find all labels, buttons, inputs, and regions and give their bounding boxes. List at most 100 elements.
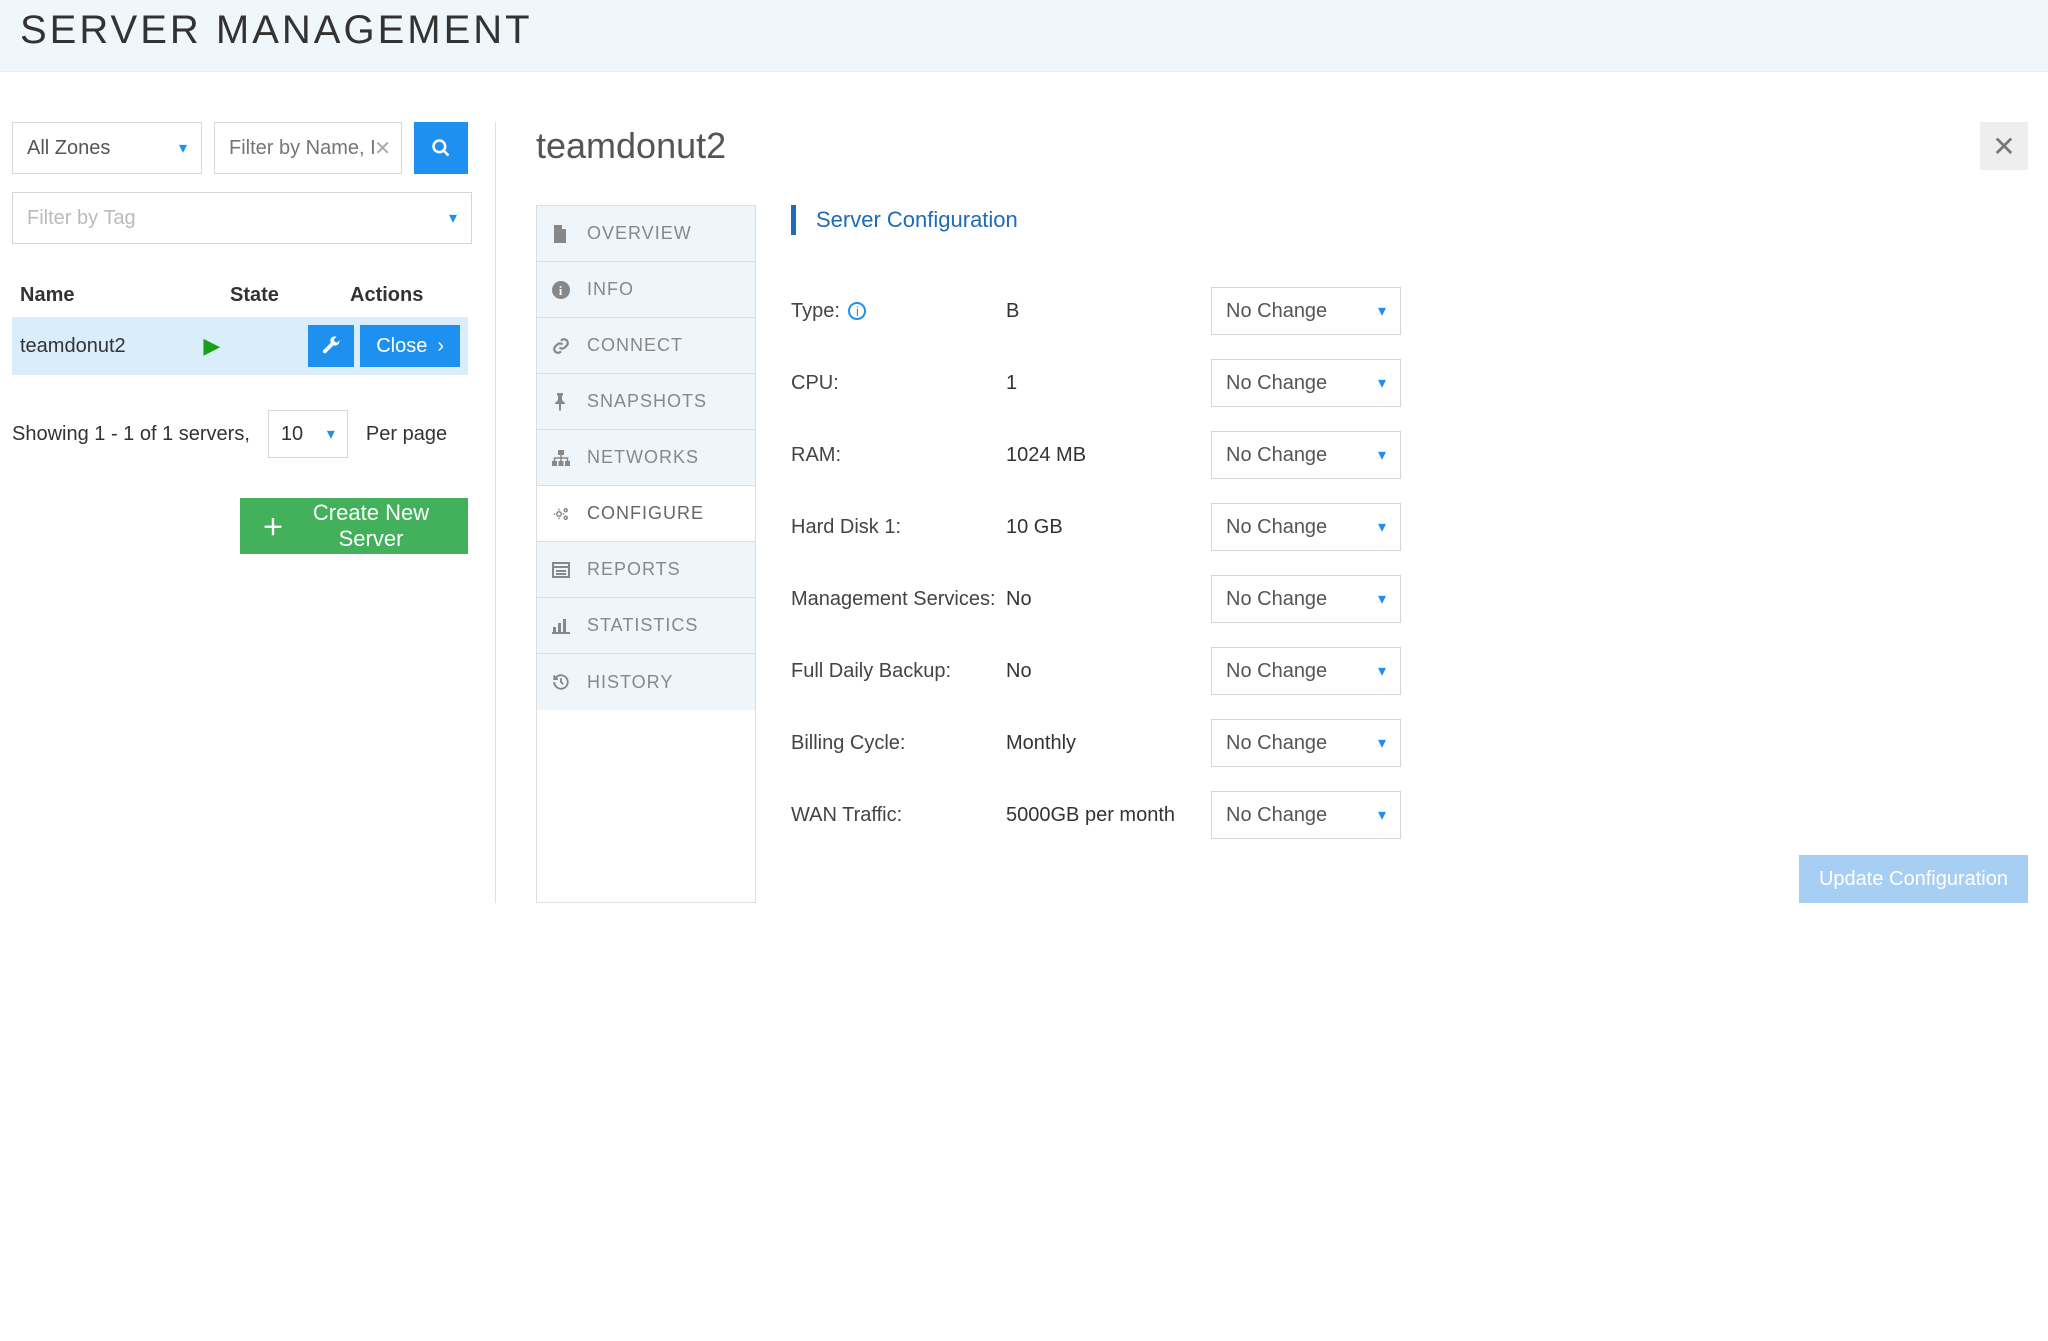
clear-icon[interactable]: ✕	[374, 136, 391, 161]
cfg-select-disk[interactable]: No Change▾	[1211, 503, 1401, 551]
cfg-value: 5000GB per month	[1006, 804, 1211, 827]
stats-icon	[552, 618, 572, 634]
tab-info[interactable]: i INFO	[537, 262, 755, 318]
plus-icon: ＋	[262, 510, 284, 542]
create-button-label: Create New Server	[296, 500, 446, 552]
cfg-label: RAM:	[791, 444, 1006, 467]
chevron-down-icon: ▾	[1378, 301, 1386, 321]
config-row-backup: Full Daily Backup: No No Change▾	[791, 635, 2028, 707]
svg-text:i: i	[559, 283, 564, 298]
cfg-select-wan[interactable]: No Change▾	[1211, 791, 1401, 839]
close-panel-button[interactable]: ✕	[1980, 122, 2028, 170]
cfg-value: 1	[1006, 372, 1211, 395]
tab-label: INFO	[587, 279, 634, 300]
configure-button[interactable]	[308, 325, 354, 367]
tag-filter-placeholder: Filter by Tag	[27, 207, 136, 230]
tab-history[interactable]: HISTORY	[537, 654, 755, 710]
cfg-value: 10 GB	[1006, 516, 1211, 539]
tab-label: STATISTICS	[587, 615, 698, 636]
cfg-select-ram[interactable]: No Change▾	[1211, 431, 1401, 479]
chevron-right-icon: ›	[437, 335, 444, 358]
tab-label: REPORTS	[587, 559, 681, 580]
col-actions-header: Actions	[350, 284, 460, 307]
config-row-cpu: CPU: 1 No Change▾	[791, 347, 2028, 419]
config-row-mgmt: Management Services: No No Change▾	[791, 563, 2028, 635]
update-configuration-button[interactable]: Update Configuration	[1799, 855, 2028, 903]
page-title: SERVER MANAGEMENT	[20, 8, 2028, 53]
sitemap-icon	[552, 450, 572, 466]
config-row-ram: RAM: 1024 MB No Change▾	[791, 419, 2028, 491]
play-icon: ▶	[203, 333, 220, 358]
history-icon	[552, 673, 572, 691]
config-row-billing: Billing Cycle: Monthly No Change▾	[791, 707, 2028, 779]
chevron-down-icon: ▾	[1378, 661, 1386, 681]
tab-label: CONFIGURE	[587, 503, 704, 524]
close-button-label: Close	[376, 335, 427, 358]
table-row[interactable]: teamdonut2 ▶ Close ›	[12, 317, 468, 375]
cfg-label: Full Daily Backup:	[791, 660, 1006, 683]
tab-configure[interactable]: CONFIGURE	[537, 486, 755, 542]
tag-filter-select[interactable]: Filter by Tag ▾	[12, 192, 472, 244]
cfg-label: Hard Disk 1:	[791, 516, 1006, 539]
cfg-value: 1024 MB	[1006, 444, 1211, 467]
detail-title: teamdonut2	[536, 125, 726, 167]
col-state-header: State	[230, 284, 350, 307]
tab-networks[interactable]: NETWORKS	[537, 430, 755, 486]
name-filter-wrap: ✕	[214, 122, 402, 174]
zone-select[interactable]: All Zones ▾	[12, 122, 202, 174]
config-row-wan: WAN Traffic: 5000GB per month No Change▾	[791, 779, 2028, 851]
tab-reports[interactable]: REPORTS	[537, 542, 755, 598]
cfg-select-type[interactable]: No Change▾	[1211, 287, 1401, 335]
search-button[interactable]	[414, 122, 468, 174]
tab-statistics[interactable]: STATISTICS	[537, 598, 755, 654]
cfg-select-backup[interactable]: No Change▾	[1211, 647, 1401, 695]
row-name: teamdonut2	[20, 335, 203, 358]
cfg-value: B	[1006, 300, 1211, 323]
cfg-select-billing[interactable]: No Change▾	[1211, 719, 1401, 767]
server-list-panel: All Zones ▾ ✕ Filter by Tag ▾ Name State…	[0, 122, 480, 903]
cfg-select-mgmt[interactable]: No Change▾	[1211, 575, 1401, 623]
chevron-down-icon: ▾	[1378, 805, 1386, 825]
cfg-label: CPU:	[791, 372, 1006, 395]
name-filter-input[interactable]	[229, 137, 374, 160]
wrench-icon	[321, 336, 341, 356]
panel-title-row: Server Configuration	[791, 205, 2028, 235]
tab-connect[interactable]: CONNECT	[537, 318, 755, 374]
chevron-down-icon: ▾	[1378, 589, 1386, 609]
cfg-label: WAN Traffic:	[791, 804, 1006, 827]
cfg-label: Type: i	[791, 300, 1006, 323]
cfg-select-cpu[interactable]: No Change▾	[1211, 359, 1401, 407]
chevron-down-icon: ▾	[1378, 517, 1386, 537]
row-state: ▶	[203, 333, 308, 359]
create-server-button[interactable]: ＋ Create New Server	[240, 498, 468, 554]
close-button[interactable]: Close ›	[360, 325, 460, 367]
col-name-header: Name	[20, 284, 230, 307]
page-header: SERVER MANAGEMENT	[0, 0, 2048, 72]
detail-panel: teamdonut2 ✕ OVERVIEW i INFO CONNECT	[526, 122, 2048, 903]
tab-overview[interactable]: OVERVIEW	[537, 206, 755, 262]
pin-icon	[552, 393, 572, 411]
search-icon	[431, 138, 451, 158]
cfg-value: No	[1006, 660, 1211, 683]
cfg-label: Billing Cycle:	[791, 732, 1006, 755]
detail-tabs: OVERVIEW i INFO CONNECT SNAPSHOTS NETWOR…	[536, 205, 756, 903]
tab-snapshots[interactable]: SNAPSHOTS	[537, 374, 755, 430]
info-icon: i	[552, 281, 572, 299]
cfg-value: Monthly	[1006, 732, 1211, 755]
chevron-down-icon: ▾	[1378, 445, 1386, 465]
panel-title: Server Configuration	[816, 207, 1018, 233]
chevron-down-icon: ▾	[449, 208, 457, 228]
table-header: Name State Actions	[12, 274, 468, 317]
config-row-disk: Hard Disk 1: 10 GB No Change▾	[791, 491, 2028, 563]
file-icon	[552, 225, 572, 243]
per-page-select[interactable]: 10 ▾	[268, 410, 348, 458]
update-button-label: Update Configuration	[1819, 868, 2008, 890]
showing-text: Showing 1 - 1 of 1 servers,	[12, 423, 250, 446]
cfg-label: Management Services:	[791, 588, 1006, 611]
tab-label: HISTORY	[587, 672, 673, 693]
config-row-type: Type: i B No Change▾	[791, 275, 2028, 347]
tab-label: OVERVIEW	[587, 223, 692, 244]
chevron-down-icon: ▾	[327, 424, 335, 444]
info-icon[interactable]: i	[848, 302, 866, 320]
zone-select-value: All Zones	[27, 137, 110, 160]
